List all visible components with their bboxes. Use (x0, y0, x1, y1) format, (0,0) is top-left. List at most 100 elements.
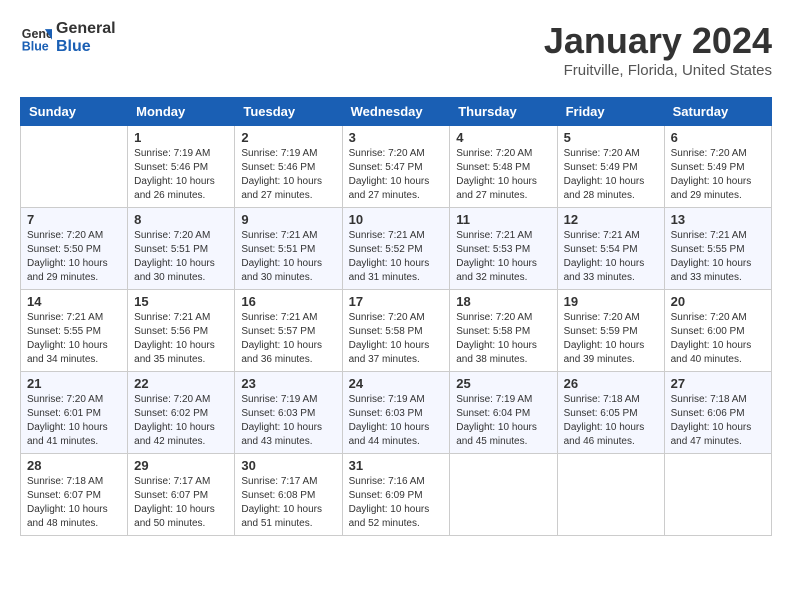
day-info: Sunrise: 7:21 AM Sunset: 5:53 PM Dayligh… (456, 229, 550, 285)
day-info: Sunrise: 7:20 AM Sunset: 5:50 PM Dayligh… (27, 229, 121, 285)
day-info: Sunrise: 7:20 AM Sunset: 5:47 PM Dayligh… (349, 147, 444, 203)
day-info: Sunrise: 7:19 AM Sunset: 5:46 PM Dayligh… (241, 147, 335, 203)
svg-text:Blue: Blue (22, 39, 49, 53)
day-info: Sunrise: 7:20 AM Sunset: 5:49 PM Dayligh… (564, 147, 658, 203)
day-info: Sunrise: 7:17 AM Sunset: 6:07 PM Dayligh… (134, 475, 228, 531)
calendar-cell: 23 Sunrise: 7:19 AM Sunset: 6:03 PM Dayli… (235, 372, 342, 454)
day-number: 24 (349, 376, 444, 391)
day-info: Sunrise: 7:18 AM Sunset: 6:06 PM Dayligh… (671, 393, 765, 449)
day-number: 4 (456, 130, 550, 145)
calendar-day-header: Tuesday (235, 98, 342, 126)
calendar-cell: 29 Sunrise: 7:17 AM Sunset: 6:07 PM Dayli… (128, 454, 235, 536)
day-number: 28 (27, 458, 121, 473)
day-info: Sunrise: 7:20 AM Sunset: 5:58 PM Dayligh… (349, 311, 444, 367)
calendar-week-row: 14 Sunrise: 7:21 AM Sunset: 5:55 PM Dayli… (21, 290, 772, 372)
calendar-cell: 5 Sunrise: 7:20 AM Sunset: 5:49 PM Daylig… (557, 126, 664, 208)
day-number: 10 (349, 212, 444, 227)
calendar-cell: 10 Sunrise: 7:21 AM Sunset: 5:52 PM Dayli… (342, 208, 450, 290)
day-info: Sunrise: 7:20 AM Sunset: 5:51 PM Dayligh… (134, 229, 228, 285)
day-number: 22 (134, 376, 228, 391)
calendar-cell: 18 Sunrise: 7:20 AM Sunset: 5:58 PM Dayli… (450, 290, 557, 372)
calendar-cell: 11 Sunrise: 7:21 AM Sunset: 5:53 PM Dayli… (450, 208, 557, 290)
calendar-cell: 7Sunrise: 7:20 AM Sunset: 5:50 PM Daylig… (21, 208, 128, 290)
calendar-cell: 20 Sunrise: 7:20 AM Sunset: 6:00 PM Dayli… (664, 290, 771, 372)
logo-icon: General Blue (20, 22, 52, 54)
day-info: Sunrise: 7:19 AM Sunset: 6:03 PM Dayligh… (349, 393, 444, 449)
day-number: 14 (27, 294, 121, 309)
day-number: 31 (349, 458, 444, 473)
day-info: Sunrise: 7:20 AM Sunset: 5:58 PM Dayligh… (456, 311, 550, 367)
calendar-cell (664, 454, 771, 536)
calendar-week-row: 28Sunrise: 7:18 AM Sunset: 6:07 PM Dayli… (21, 454, 772, 536)
calendar-cell: 8 Sunrise: 7:20 AM Sunset: 5:51 PM Daylig… (128, 208, 235, 290)
day-info: Sunrise: 7:20 AM Sunset: 5:59 PM Dayligh… (564, 311, 658, 367)
calendar-cell: 13 Sunrise: 7:21 AM Sunset: 5:55 PM Dayli… (664, 208, 771, 290)
calendar-cell: 26 Sunrise: 7:18 AM Sunset: 6:05 PM Dayli… (557, 372, 664, 454)
calendar-day-header: Thursday (450, 98, 557, 126)
day-number: 17 (349, 294, 444, 309)
calendar-cell: 2 Sunrise: 7:19 AM Sunset: 5:46 PM Daylig… (235, 126, 342, 208)
day-number: 20 (671, 294, 765, 309)
day-info: Sunrise: 7:20 AM Sunset: 6:00 PM Dayligh… (671, 311, 765, 367)
day-info: Sunrise: 7:21 AM Sunset: 5:56 PM Dayligh… (134, 311, 228, 367)
logo: General Blue General Blue (20, 20, 116, 55)
calendar-cell (450, 454, 557, 536)
day-info: Sunrise: 7:21 AM Sunset: 5:55 PM Dayligh… (27, 311, 121, 367)
calendar-cell: 25Sunrise: 7:19 AM Sunset: 6:04 PM Dayli… (450, 372, 557, 454)
day-info: Sunrise: 7:17 AM Sunset: 6:08 PM Dayligh… (241, 475, 335, 531)
day-number: 2 (241, 130, 335, 145)
calendar-cell: 12Sunrise: 7:21 AM Sunset: 5:54 PM Dayli… (557, 208, 664, 290)
day-info: Sunrise: 7:18 AM Sunset: 6:05 PM Dayligh… (564, 393, 658, 449)
day-number: 5 (564, 130, 658, 145)
calendar-cell: 30 Sunrise: 7:17 AM Sunset: 6:08 PM Dayli… (235, 454, 342, 536)
calendar-cell: 24 Sunrise: 7:19 AM Sunset: 6:03 PM Dayli… (342, 372, 450, 454)
day-info: Sunrise: 7:20 AM Sunset: 5:48 PM Dayligh… (456, 147, 550, 203)
day-number: 27 (671, 376, 765, 391)
day-number: 23 (241, 376, 335, 391)
page-subtitle: Fruitville, Florida, United States (544, 62, 772, 79)
day-info: Sunrise: 7:19 AM Sunset: 5:46 PM Dayligh… (134, 147, 228, 203)
day-info: Sunrise: 7:20 AM Sunset: 6:02 PM Dayligh… (134, 393, 228, 449)
calendar-cell: 17 Sunrise: 7:20 AM Sunset: 5:58 PM Dayli… (342, 290, 450, 372)
day-number: 11 (456, 212, 550, 227)
logo-text-blue: Blue (56, 38, 116, 56)
logo-text-general: General (56, 20, 116, 38)
calendar-day-header: Friday (557, 98, 664, 126)
day-number: 8 (134, 212, 228, 227)
day-info: Sunrise: 7:21 AM Sunset: 5:51 PM Dayligh… (241, 229, 335, 285)
calendar-week-row: 21Sunrise: 7:20 AM Sunset: 6:01 PM Dayli… (21, 372, 772, 454)
day-number: 18 (456, 294, 550, 309)
day-number: 30 (241, 458, 335, 473)
calendar-cell (21, 126, 128, 208)
day-info: Sunrise: 7:16 AM Sunset: 6:09 PM Dayligh… (349, 475, 444, 531)
calendar-cell: 1 Sunrise: 7:19 AM Sunset: 5:46 PM Daylig… (128, 126, 235, 208)
day-number: 16 (241, 294, 335, 309)
day-info: Sunrise: 7:21 AM Sunset: 5:55 PM Dayligh… (671, 229, 765, 285)
day-info: Sunrise: 7:21 AM Sunset: 5:57 PM Dayligh… (241, 311, 335, 367)
calendar-day-header: Sunday (21, 98, 128, 126)
calendar-cell: 14 Sunrise: 7:21 AM Sunset: 5:55 PM Dayli… (21, 290, 128, 372)
calendar-cell: 15 Sunrise: 7:21 AM Sunset: 5:56 PM Dayli… (128, 290, 235, 372)
calendar-cell (557, 454, 664, 536)
calendar-day-header: Monday (128, 98, 235, 126)
calendar-cell: 28Sunrise: 7:18 AM Sunset: 6:07 PM Dayli… (21, 454, 128, 536)
calendar-week-row: 7Sunrise: 7:20 AM Sunset: 5:50 PM Daylig… (21, 208, 772, 290)
calendar-cell: 6Sunrise: 7:20 AM Sunset: 5:49 PM Daylig… (664, 126, 771, 208)
calendar-cell: 27 Sunrise: 7:18 AM Sunset: 6:06 PM Dayli… (664, 372, 771, 454)
day-info: Sunrise: 7:21 AM Sunset: 5:52 PM Dayligh… (349, 229, 444, 285)
calendar-header-row: SundayMondayTuesdayWednesdayThursdayFrid… (21, 98, 772, 126)
day-number: 9 (241, 212, 335, 227)
day-number: 26 (564, 376, 658, 391)
calendar-cell: 31 Sunrise: 7:16 AM Sunset: 6:09 PM Dayli… (342, 454, 450, 536)
day-info: Sunrise: 7:19 AM Sunset: 6:04 PM Dayligh… (456, 393, 550, 449)
page-title: January 2024 (544, 20, 772, 62)
calendar-table: SundayMondayTuesdayWednesdayThursdayFrid… (20, 97, 772, 536)
day-number: 29 (134, 458, 228, 473)
header: General Blue General Blue January 2024 F… (20, 20, 772, 87)
day-number: 1 (134, 130, 228, 145)
calendar-cell: 3Sunrise: 7:20 AM Sunset: 5:47 PM Daylig… (342, 126, 450, 208)
day-info: Sunrise: 7:19 AM Sunset: 6:03 PM Dayligh… (241, 393, 335, 449)
day-number: 13 (671, 212, 765, 227)
day-number: 15 (134, 294, 228, 309)
day-number: 21 (27, 376, 121, 391)
